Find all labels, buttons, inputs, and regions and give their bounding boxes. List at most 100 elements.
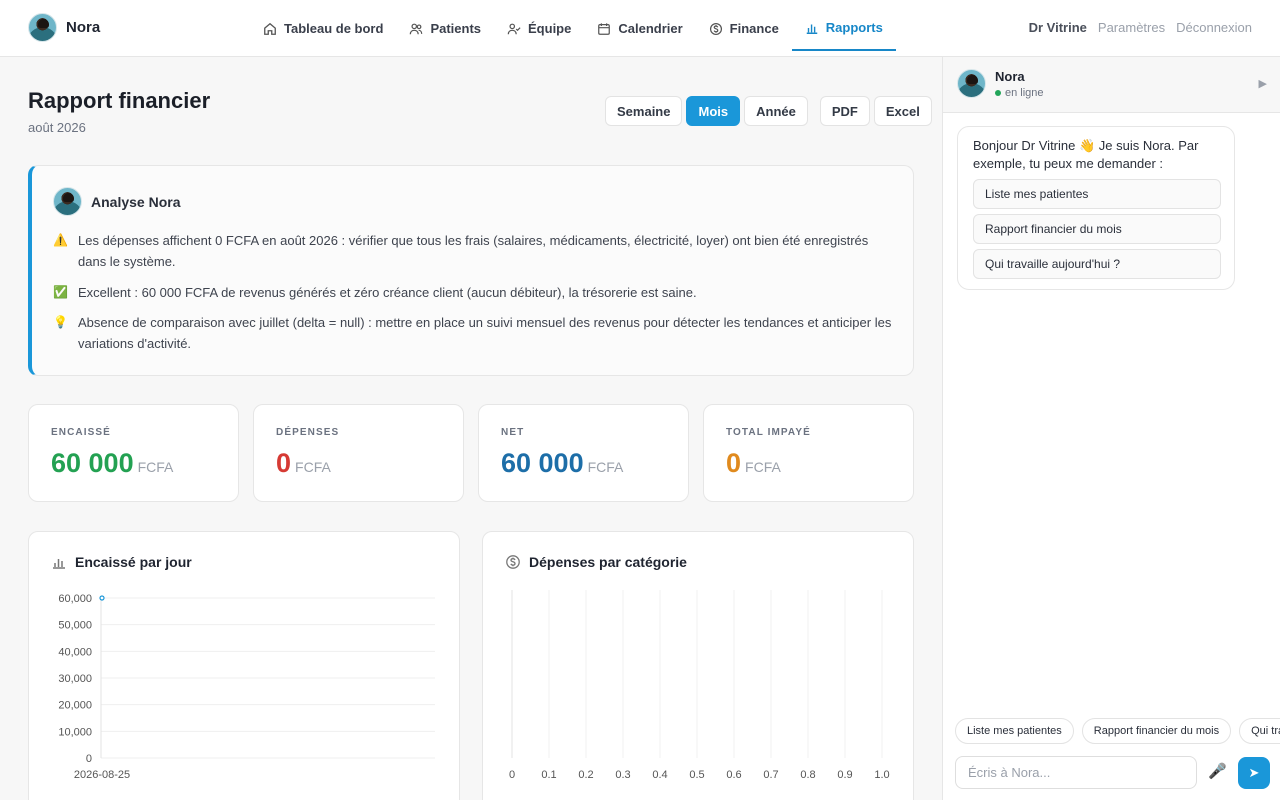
kpi-card-cashed: ENCAISSÉ 60 000 FCFA [28,404,239,502]
kpi-card-net: NET 60 000 FCFA [478,404,689,502]
status-text: en ligne [1005,87,1044,99]
y-tick-label: 0 [86,753,92,765]
team-icon [507,22,521,36]
kpi-value: 0 [276,448,292,478]
x-tick-label: 0.1 [541,769,556,781]
x-tick-label: 0.9 [837,769,852,781]
nav-label: Patients [430,21,482,36]
nav-item-finance[interactable]: Finance [696,6,792,51]
nav-label: Calendrier [618,21,683,36]
page-title: Rapport financier [28,88,211,113]
x-tick-label: 0.7 [763,769,778,781]
nora-analysis-card: Analyse Nora ⚠️ Les dépenses affichent 0… [28,165,914,376]
x-tick-label: 1.0 [874,769,889,781]
quick-chip[interactable]: Rapport financier du mois [1081,718,1232,744]
kpi-label: ENCAISSÉ [51,427,111,438]
chat-panel: Nora en ligne ▶ Bonjour Dr Vitrine 👋 Je … [942,57,1280,800]
y-tick-label: 30,000 [58,673,92,685]
insight-text: Les dépenses affichent 0 FCFA en août 20… [78,233,869,269]
nora-avatar [53,187,82,216]
nav-label: Rapports [825,20,883,35]
brand[interactable]: Nora [28,13,100,42]
quick-chip[interactable]: Liste mes patientes [955,718,1074,744]
insight-item: ⚠️ Les dépenses affichent 0 FCFA en août… [53,230,893,272]
line-chart: 60,000 50,000 40,000 30,000 20,000 10,000 0 202… [58,593,435,781]
kpi-unit: FCFA [295,459,331,475]
settings-link[interactable]: Paramètres [1098,20,1165,35]
warning-icon: ⚠️ [53,233,68,247]
suggestion-button[interactable]: Rapport financier du mois [973,214,1221,244]
insight-item: ✅ Excellent : 60 000 FCFA de revenus gén… [53,282,893,303]
users-icon [409,22,423,36]
y-tick-label: 10,000 [58,726,92,738]
nav-item-team[interactable]: Équipe [494,6,584,51]
check-icon: ✅ [53,285,68,299]
suggestion-button[interactable]: Qui travaille aujourd'hui ? [973,249,1221,279]
period-selector: Semaine Mois Année PDF Excel [605,96,932,126]
top-navbar: Nora Tableau de bord Patients Équipe Cal… [0,0,1280,57]
pdf-export-button[interactable]: PDF [819,96,870,126]
insight-text: Absence de comparaison avec juillet (del… [78,315,892,351]
chat-message-bubble: Bonjour Dr Vitrine 👋 Je suis Nora. Par e… [957,126,1235,290]
main-nav: Tableau de bord Patients Équipe Calendri… [263,0,896,57]
nav-label: Tableau de bord [284,21,384,36]
nora-avatar [28,13,57,42]
quick-chip[interactable]: Qui travaille aujourd'hui ? [1239,718,1280,744]
y-tick-label: 60,000 [58,593,92,605]
bar-chart: 0 0.1 0.2 0.3 0.4 0.5 0.6 0.7 0.8 0.9 1.0 [509,590,890,781]
kpi-value: 60 000 [51,448,134,478]
collapse-arrow-icon[interactable]: ▶ [1259,77,1267,90]
nav-item-calendar[interactable]: Calendrier [584,6,695,51]
insight-text: Excellent : 60 000 FCFA de revenus génér… [78,285,697,300]
chart-expenses-by-category: Dépenses par catégorie 0 0.1 0.2 0.3 0.4 0.5 0… [482,531,914,800]
bar-chart-icon [805,21,819,35]
x-tick-label: 0.3 [615,769,630,781]
main-content: Rapport financier août 2026 Semaine Mois… [0,57,942,800]
month-button[interactable]: Mois [686,96,741,126]
send-button[interactable]: ➤ [1238,757,1270,789]
insight-item: 💡 Absence de comparaison avec juillet (d… [53,312,893,354]
lightbulb-icon: 💡 [53,315,68,329]
y-tick-label: 20,000 [58,700,92,712]
data-point [99,595,105,601]
suggestion-button[interactable]: Liste mes patientes [973,179,1221,209]
online-dot-icon [995,90,1001,96]
nav-item-dashboard[interactable]: Tableau de bord [263,6,396,51]
nora-avatar [957,69,986,98]
user-menu: Dr Vitrine Paramètres Déconnexion [1029,20,1252,35]
logout-link[interactable]: Déconnexion [1176,20,1252,35]
chat-header: Nora en ligne ▶ [943,57,1280,113]
x-tick-label: 0.2 [578,769,593,781]
nav-item-reports[interactable]: Rapports [791,6,896,51]
user-name[interactable]: Dr Vitrine [1029,20,1087,35]
page-subtitle: août 2026 [28,120,86,135]
kpi-label: DÉPENSES [276,427,340,438]
analysis-title: Analyse Nora [91,193,181,210]
kpi-unit: FCFA [137,459,174,475]
x-tick-label: 2026-08-25 [74,769,130,781]
kpi-label: TOTAL IMPAYÉ [726,427,811,438]
chart-cashed-per-day: Encaissé par jour 60,000 50,000 40,000 30,0… [28,531,460,800]
kpi-unit: FCFA [587,459,624,475]
kpi-cards: ENCAISSÉ 60 000 FCFA DÉPENSES 0 FCFA NET 6… [28,404,914,502]
x-tick-label: 0.6 [726,769,741,781]
kpi-value: 0 [726,448,742,478]
chat-name: Nora [995,69,1025,84]
week-button[interactable]: Semaine [605,96,683,126]
nav-label: Finance [729,21,779,36]
quick-chips: Liste mes patientes Rapport financier du… [955,718,1280,744]
year-button[interactable]: Année [744,96,808,126]
kpi-value: 60 000 [501,448,584,478]
microphone-icon[interactable]: 🎤 [1208,762,1227,780]
excel-export-button[interactable]: Excel [873,96,932,126]
x-tick-label: 0.4 [652,769,667,781]
x-tick-label: 0.8 [800,769,815,781]
chat-status: en ligne [995,87,1044,99]
kpi-card-expenses: DÉPENSES 0 FCFA [253,404,464,502]
chat-input[interactable] [955,756,1197,789]
nav-item-patients[interactable]: Patients [396,6,494,51]
y-tick-label: 40,000 [58,646,92,658]
home-icon [263,22,277,36]
greeting-text: Bonjour Dr Vitrine 👋 Je suis Nora. Par e… [973,138,1199,171]
kpi-unit: FCFA [745,459,781,475]
